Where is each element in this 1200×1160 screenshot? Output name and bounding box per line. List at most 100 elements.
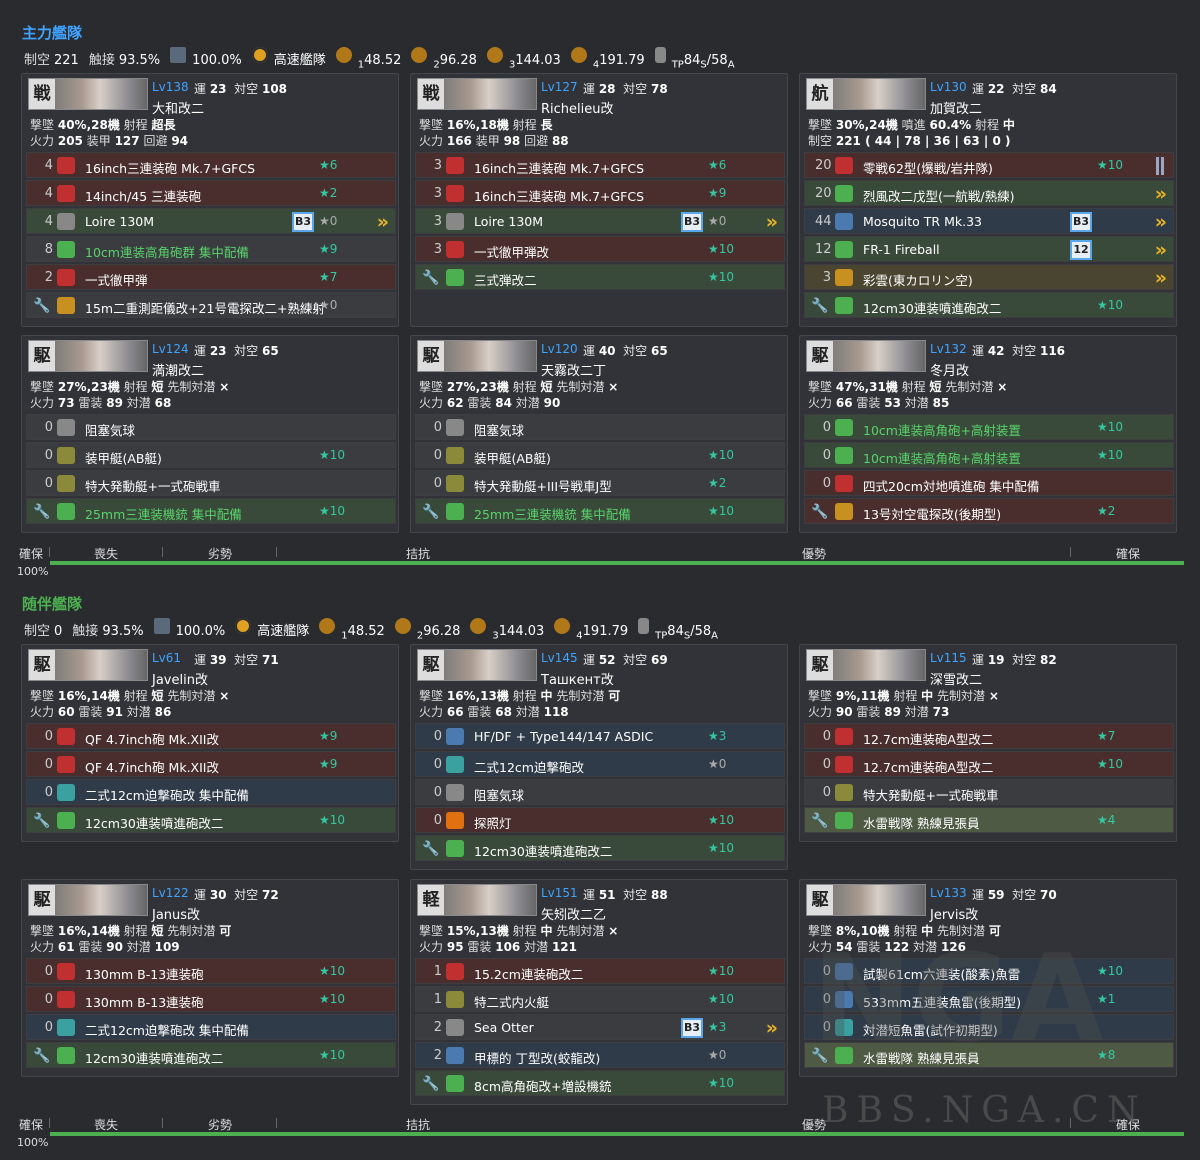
equipment-icon bbox=[57, 419, 75, 436]
proficiency-bar-icon bbox=[1156, 157, 1159, 175]
equipment-slot[interactable]: 0 130mm B-13連装砲 ★10 bbox=[26, 986, 396, 1012]
reinforce-slot[interactable]: 🔧 8cm高角砲改+増設機銃 ★10 bbox=[415, 1070, 785, 1096]
ship-card[interactable]: 戦 Lv138 運 23 対空 108 大和改二 撃墜 40%,28機 射程 超長 火力… bbox=[21, 73, 399, 327]
ship-card[interactable]: 軽 Lv151 運 51 対空 88 矢矧改二乙 撃墜 15%,13機 射程 中 先制対… bbox=[410, 879, 788, 1105]
slot-count: 44 bbox=[815, 214, 832, 229]
equipment-slot[interactable]: 0 特大発動艇+一式砲戦車 bbox=[26, 470, 396, 496]
equipment-slot[interactable]: 0 阻塞気球 bbox=[415, 414, 785, 440]
air-percent: 100% bbox=[17, 1136, 49, 1149]
equipment-slot[interactable]: 0 探照灯 ★10 bbox=[415, 807, 785, 833]
ship-stats-line: 撃墜 16%,13機 射程 中 先制対潜 可 bbox=[419, 689, 621, 703]
equipment-slot[interactable]: 0 QF 4.7inch砲 Mk.XII改 ★9 bbox=[26, 751, 396, 777]
reinforce-slot[interactable]: 🔧 水雷戦隊 熟練見張員 ★4 bbox=[804, 807, 1174, 833]
slot-count: 4 bbox=[44, 214, 53, 229]
equipment-slot[interactable]: 8 10cm連装高角砲群 集中配備 ★9 bbox=[26, 236, 396, 262]
equipment-slot[interactable]: 44 Mosquito TR Mk.33 B3 » bbox=[804, 208, 1174, 234]
ship-luck-aa: 運 30 対空 72 bbox=[194, 888, 279, 902]
fleet-title: 主力艦隊 bbox=[22, 24, 83, 42]
reinforce-slot[interactable]: 🔧 三式弾改二 ★10 bbox=[415, 264, 785, 290]
equipment-slot[interactable]: 0 12.7cm連装砲A型改二 ★7 bbox=[804, 723, 1174, 749]
equipment-slot[interactable]: 4 16inch三連装砲 Mk.7+GFCS ★6 bbox=[26, 152, 396, 178]
reinforce-slot[interactable]: 🔧 12cm30連装噴進砲改二 ★10 bbox=[804, 292, 1174, 318]
equipment-slot[interactable]: 0 阻塞気球 bbox=[26, 414, 396, 440]
reinforce-slot[interactable]: 🔧 12cm30連装噴進砲改二 ★10 bbox=[26, 1042, 396, 1068]
equipment-slot[interactable]: 1 特二式内火艇 ★10 bbox=[415, 986, 785, 1012]
improvement-star: ★10 bbox=[1097, 448, 1124, 462]
ship-luck-aa: 運 42 対空 116 bbox=[972, 344, 1066, 358]
ship-card[interactable]: 駆 Lv132 運 42 対空 116 冬月改 撃墜 47%,31機 射程 短 先制対潜… bbox=[799, 335, 1177, 533]
equipment-slot[interactable]: 3 16inch三連装砲 Mk.7+GFCS ★6 bbox=[415, 152, 785, 178]
wrench-icon: 🔧 bbox=[811, 298, 829, 314]
reinforce-slot[interactable]: 🔧 15m二重測距儀改+21号電探改二+熟練射 ★0 bbox=[26, 292, 396, 318]
ship-card[interactable]: 航 Lv130 運 22 対空 84 加賀改二 撃墜 30%,24機 噴進 60.4% … bbox=[799, 73, 1177, 327]
air-control-label: 制空 bbox=[24, 624, 51, 639]
equipment-slot[interactable]: 2 一式徹甲弾 ★7 bbox=[26, 264, 396, 290]
slot-count: 0 bbox=[44, 785, 53, 800]
equipment-icon bbox=[835, 157, 853, 174]
air-state-label: 拮抗 bbox=[406, 1118, 431, 1132]
equipment-slot[interactable]: 0 10cm連装高角砲+高射装置 ★10 bbox=[804, 414, 1174, 440]
ship-card[interactable]: 駆 Lv115 運 19 対空 82 深雪改二 撃墜 9%,11機 射程 中 先制対潜 … bbox=[799, 644, 1177, 842]
slot-count: 0 bbox=[822, 785, 831, 800]
ship-type-badge: 駆 bbox=[418, 650, 444, 680]
equipment-slot[interactable]: 0 阻塞気球 bbox=[415, 779, 785, 805]
slot-count: 2 bbox=[433, 1048, 442, 1063]
equipment-slot[interactable]: 0 HF/DF + Type144/147 ASDIC ★3 bbox=[415, 723, 785, 749]
reinforce-slot[interactable]: 🔧 12cm30連装噴進砲改二 ★10 bbox=[415, 835, 785, 861]
equipment-icon bbox=[446, 963, 464, 980]
slot-count: 0 bbox=[44, 992, 53, 1007]
fleet-stats: 制空 0 触接 93.5% 100.0% 高速艦隊 148.52 296.28 3144.03 4… bbox=[24, 618, 724, 642]
equipment-slot[interactable]: 0 12.7cm連装砲A型改二 ★10 bbox=[804, 751, 1174, 777]
reinforce-slot[interactable]: 🔧 25mm三連装機銃 集中配備 ★10 bbox=[26, 498, 396, 524]
ship-card[interactable]: 駆 Lv122 運 30 対空 72 Janus改 撃墜 16%,14機 射程 短 先制… bbox=[21, 879, 399, 1077]
equipment-slot[interactable]: 4 14inch/45 三連装砲 ★2 bbox=[26, 180, 396, 206]
ship-portrait: 駆 bbox=[28, 340, 148, 372]
ship-card[interactable]: 駆 Lv145 運 52 対空 69 Ташкент改 撃墜 16%,13機 射程 中 … bbox=[410, 644, 788, 870]
equipment-slot[interactable]: 0 10cm連装高角砲+高射装置 ★10 bbox=[804, 442, 1174, 468]
equipment-slot[interactable]: 3 彩雲(東カロリン空) » bbox=[804, 264, 1174, 290]
equipment-slot[interactable]: 20 烈風改二戊型(一航戦/熟練) » bbox=[804, 180, 1174, 206]
air-state-label: 喪失 bbox=[94, 1118, 119, 1132]
equipment-icon bbox=[835, 475, 853, 492]
equipment-slot[interactable]: 0 QF 4.7inch砲 Mk.XII改 ★9 bbox=[26, 723, 396, 749]
equipment-slot[interactable]: 12 FR-1 Fireball 12 » bbox=[804, 236, 1174, 262]
ship-luck-aa: 運 39 対空 71 bbox=[194, 653, 279, 667]
equipment-icon bbox=[446, 419, 464, 436]
equipment-slot[interactable]: 0 四式20cm対地噴進砲 集中配備 bbox=[804, 470, 1174, 496]
equipment-slot[interactable]: 0 装甲艇(AB艇) ★10 bbox=[415, 442, 785, 468]
proficiency-chevron-icon: » bbox=[376, 211, 389, 233]
equipment-slot[interactable]: 0 二式12cm迫撃砲改 集中配備 bbox=[26, 1014, 396, 1040]
equipment-slot[interactable]: 20 零戦62型(爆戦/岩井隊) ★10 bbox=[804, 152, 1174, 178]
improvement-star: ★0 bbox=[319, 298, 338, 312]
ship-card[interactable]: 駆 Lv61 運 39 対空 71 Javelin改 撃墜 16%,14機 射程 短 先… bbox=[21, 644, 399, 842]
equipment-slot[interactable]: 0 130mm B-13連装砲 ★10 bbox=[26, 958, 396, 984]
equipment-slot[interactable]: 1 15.2cm連装砲改二 ★10 bbox=[415, 958, 785, 984]
equipment-slot[interactable]: 4 Loire 130M B3 ★0 » bbox=[26, 208, 396, 234]
ship-level: Lv124 bbox=[152, 342, 189, 356]
equipment-slot[interactable]: 3 Loire 130M B3 ★0 » bbox=[415, 208, 785, 234]
ship-stats-line: 撃墜 47%,31機 射程 短 先制対潜 × bbox=[808, 380, 1008, 394]
wrench-icon: 🔧 bbox=[811, 813, 829, 829]
improvement-star: ★10 bbox=[708, 270, 735, 284]
equipment-slot[interactable]: 3 一式徹甲弾改 ★10 bbox=[415, 236, 785, 262]
equipment-name: 16inch三連装砲 Mk.7+GFCS bbox=[474, 161, 645, 176]
equipment-slot[interactable]: 0 二式12cm迫撃砲改 ★0 bbox=[415, 751, 785, 777]
ship-card[interactable]: 駆 Lv124 運 23 対空 65 満潮改二 撃墜 27%,23機 射程 短 先制対潜… bbox=[21, 335, 399, 533]
reinforce-slot[interactable]: 🔧 25mm三連装機銃 集中配備 ★10 bbox=[415, 498, 785, 524]
equipment-slot[interactable]: 0 特大発動艇+一式砲戦車 bbox=[804, 779, 1174, 805]
equipment-icon bbox=[446, 728, 464, 745]
equipment-slot[interactable]: 2 Sea Otter B3 ★3 » bbox=[415, 1014, 785, 1040]
equipment-icon bbox=[446, 447, 464, 464]
equipment-slot[interactable]: 0 二式12cm迫撃砲改 集中配備 bbox=[26, 779, 396, 805]
reinforce-slot[interactable]: 🔧 13号対空電探改(後期型) ★2 bbox=[804, 498, 1174, 524]
equipment-slot[interactable]: 0 特大発動艇+III号戦車J型 ★2 bbox=[415, 470, 785, 496]
equipment-slot[interactable]: 0 装甲艇(AB艇) ★10 bbox=[26, 442, 396, 468]
ship-type-badge: 戦 bbox=[29, 79, 55, 109]
slot-count: 0 bbox=[822, 448, 831, 463]
ship-card[interactable]: 戦 Lv127 運 28 対空 78 Richelieu改 撃墜 16%,18機 射程 … bbox=[410, 73, 788, 327]
equipment-slot[interactable]: 2 甲標的 丁型改(蛟龍改) ★0 bbox=[415, 1042, 785, 1068]
los-value: 4191.79 bbox=[576, 624, 629, 642]
equipment-slot[interactable]: 3 16inch三連装砲 Mk.7+GFCS ★9 bbox=[415, 180, 785, 206]
reinforce-slot[interactable]: 🔧 12cm30連装噴進砲改二 ★10 bbox=[26, 807, 396, 833]
ship-card[interactable]: 駆 Lv120 運 40 対空 65 天霧改二丁 撃墜 27%,23機 射程 短 先制対… bbox=[410, 335, 788, 533]
